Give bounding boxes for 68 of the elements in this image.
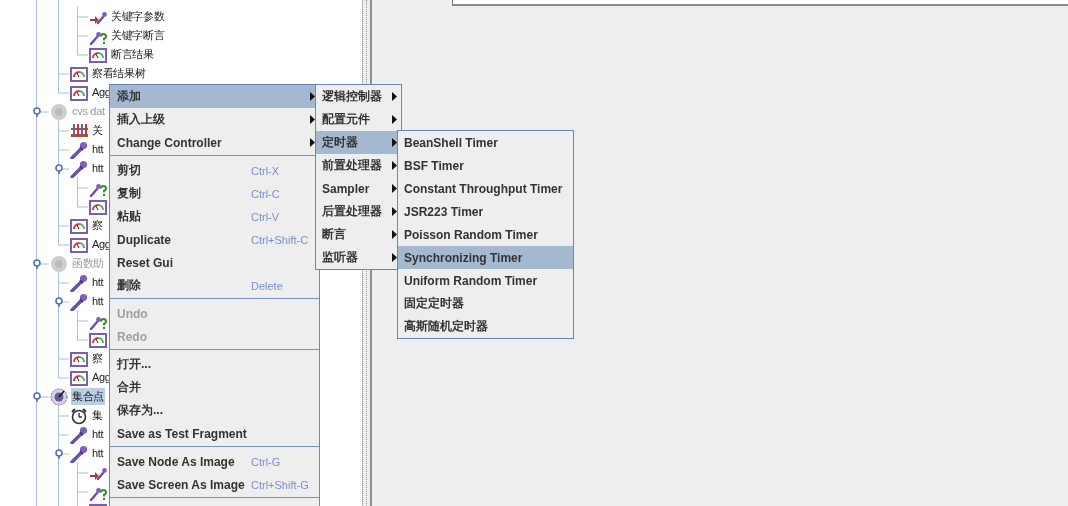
pipette-icon	[70, 159, 88, 178]
menu-item[interactable]: Synchronizing Timer	[398, 246, 573, 269]
gauge-icon	[89, 197, 107, 216]
pipette-icon	[70, 292, 88, 311]
menu-item[interactable]: 监听器	[316, 246, 401, 269]
menu-item[interactable]: 前置处理器	[316, 154, 401, 177]
menu-item[interactable]: Constant Throughput Timer	[398, 177, 573, 200]
menu-item[interactable]: Save Node As Image Ctrl-G	[110, 450, 319, 473]
shortcut-label: Ctrl-V	[251, 210, 280, 223]
gauge-icon	[89, 330, 107, 349]
tree-node[interactable]: 关键字参数	[110, 8, 166, 25]
pipette-icon	[70, 444, 88, 463]
text-field[interactable]	[452, 0, 1068, 6]
pipette-icon	[70, 425, 88, 444]
disc-icon	[50, 102, 68, 121]
menu-item[interactable]: Sampler	[316, 177, 401, 200]
menu-item[interactable]: 删除 Delete	[110, 274, 319, 297]
tree-node[interactable]: 集	[91, 407, 104, 424]
menu-item[interactable]: 断言	[316, 223, 401, 246]
menu-item[interactable]: Save Screen As Image Ctrl+Shift-G	[110, 473, 319, 496]
gauge-icon	[70, 64, 88, 83]
gauge-icon	[70, 83, 88, 102]
shortcut-label: Ctrl-C	[251, 187, 280, 200]
menu-item[interactable]: Change Controller	[110, 131, 319, 154]
tree-node[interactable]: 察看结果树	[91, 65, 147, 82]
pipette-icon	[70, 273, 88, 292]
shortcut-label: Ctrl-G	[251, 455, 281, 468]
menu-item[interactable]: Uniform Random Timer	[398, 269, 573, 292]
menu-item[interactable]: 合并	[110, 376, 319, 399]
shortcut-label: Ctrl-X	[251, 164, 280, 177]
menu-item[interactable]: Duplicate Ctrl+Shift-C	[110, 228, 319, 251]
shortcut-label: Ctrl+Shift-C	[251, 233, 309, 246]
menu-item[interactable]: 配置元件	[316, 108, 401, 131]
menu-item[interactable]: 插入上级	[110, 108, 319, 131]
menu-item[interactable]: BeanShell Timer	[398, 131, 573, 154]
menu-item[interactable]: BSF Timer	[398, 154, 573, 177]
gauge-icon	[70, 368, 88, 387]
tree-node[interactable]: 集合点	[71, 388, 106, 405]
gauge-icon	[70, 349, 88, 368]
tree-node[interactable]: 断言结果	[110, 46, 155, 63]
menu-item[interactable]: Poisson Random Timer	[398, 223, 573, 246]
menu-item[interactable]: 打开...	[110, 353, 319, 376]
menu-item[interactable]: Reset Gui	[110, 251, 319, 274]
clock-icon	[70, 406, 88, 425]
menu-item[interactable]: Save as Test Fragment	[110, 422, 319, 445]
menu-item[interactable]: 剪切 Ctrl-X	[110, 159, 319, 182]
disc-icon	[50, 254, 68, 273]
pipette-icon	[70, 140, 88, 159]
menu-item[interactable]: 复制 Ctrl-C	[110, 182, 319, 205]
menu-item[interactable]: 粘贴 Ctrl-V	[110, 205, 319, 228]
rack-icon	[70, 121, 88, 140]
tree-node[interactable]: htt	[91, 426, 105, 443]
shortcut-label: Delete	[251, 279, 283, 292]
gauge-icon	[89, 45, 107, 64]
menu-item[interactable]: JSR223 Timer	[398, 200, 573, 223]
menu-item[interactable]: 固定定时器	[398, 292, 573, 315]
disc-icon	[50, 387, 68, 406]
gauge-icon	[70, 235, 88, 254]
menu-item[interactable]: 逻辑控制器	[316, 85, 401, 108]
menu-item[interactable]: 后置处理器	[316, 200, 401, 223]
expand-handle[interactable]	[54, 449, 65, 459]
menu-item[interactable]: 保存为...	[110, 399, 319, 422]
tree-node[interactable]: htt	[91, 445, 105, 462]
expand-handle[interactable]	[32, 392, 43, 402]
gauge-icon	[70, 216, 88, 235]
tree-node[interactable]: 关键字断言	[110, 27, 166, 44]
menu-item[interactable]: 高斯随机定时器	[398, 315, 573, 338]
shortcut-label: Ctrl+Shift-G	[251, 478, 309, 491]
